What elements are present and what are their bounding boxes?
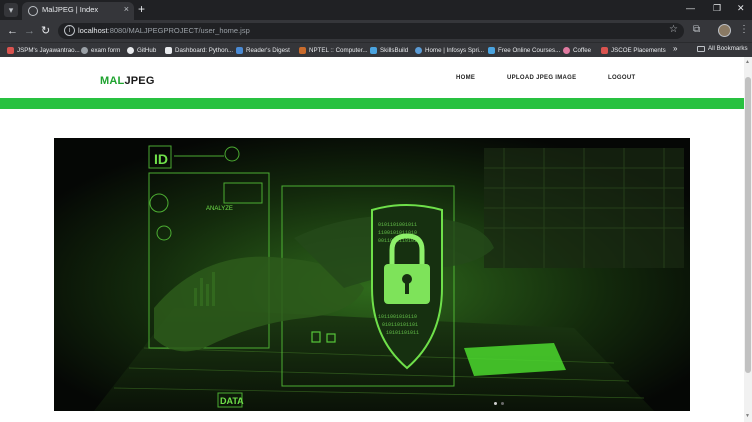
site-info-icon[interactable]: i (64, 25, 75, 36)
tab-title: MalJPEG | Index (42, 5, 99, 14)
address-bar[interactable]: i localhost:8080/MALJPEGPROJECT/user_hom… (58, 23, 684, 39)
bookmark-favicon-icon (370, 47, 377, 54)
tab-close-button[interactable]: × (124, 4, 129, 14)
bookmark-favicon-icon (601, 47, 608, 54)
hero-carousel-image: ID ANALYZE DATA 0101101001011 11001010110… (54, 138, 690, 411)
scroll-up-arrow-icon[interactable]: ▲ (745, 59, 750, 65)
minimize-icon[interactable]: — (686, 3, 695, 13)
bookmark-favicon-icon (7, 47, 14, 54)
hero-data-text: DATA (220, 396, 244, 406)
page-scrollbar[interactable]: ▲ ▼ (744, 57, 752, 422)
browser-titlebar: ▾ MalJPEG | Index × + — ❐ ✕ (0, 0, 752, 20)
bookmark-item[interactable]: exam form (81, 45, 120, 56)
profile-avatar[interactable] (718, 24, 731, 37)
browser-toolbar: ← → ↻ i localhost:8080/MALJPEGPROJECT/us… (0, 20, 752, 42)
bookmark-favicon-icon (165, 47, 172, 54)
web-page: MALJPEG HOME UPLOAD JPEG IMAGE LOGOUT ID… (0, 57, 744, 422)
bookmark-star-icon[interactable]: ☆ (669, 24, 678, 35)
site-logo[interactable]: MALJPEG (100, 75, 155, 87)
extensions-puzzle-icon[interactable]: ⧉ (693, 24, 700, 35)
bookmark-favicon-icon (488, 47, 495, 54)
nav-upload-link[interactable]: UPLOAD JPEG IMAGE (507, 75, 576, 81)
all-bookmarks-button[interactable]: All Bookmarks (697, 45, 748, 52)
github-icon (127, 47, 134, 54)
cybersecurity-illustration: ID ANALYZE DATA 010110100101111001010110… (54, 138, 690, 411)
bookmark-favicon-icon (563, 47, 570, 54)
forward-arrow-icon[interactable]: → (24, 24, 35, 38)
bookmark-item[interactable]: Coffee (563, 45, 591, 56)
bookmark-favicon-icon (299, 47, 306, 54)
bookmark-item[interactable]: JSPM's Jayawantrao... (7, 45, 80, 56)
browser-tab[interactable]: MalJPEG | Index × (22, 2, 134, 20)
carousel-dot-2[interactable] (501, 402, 504, 405)
bookmarks-overflow-button[interactable]: » (673, 44, 677, 53)
bookmark-item[interactable]: Dashboard: Python... (165, 45, 233, 56)
hero-analyze-text: ANALYZE (206, 206, 233, 212)
nav-home-link[interactable]: HOME (456, 75, 475, 81)
globe-icon (28, 6, 38, 16)
svg-text:010110101101: 010110101101 (382, 322, 418, 328)
bookmark-favicon-icon (236, 47, 243, 54)
bookmark-item[interactable]: SkillsBuild (370, 45, 408, 56)
carousel-indicators (494, 402, 504, 405)
hero-id-text: ID (154, 151, 168, 167)
svg-text:1011001010110: 1011001010110 (378, 314, 417, 320)
back-arrow-icon[interactable]: ← (7, 24, 18, 38)
bookmark-item[interactable]: Home | Infosys Spri... (415, 45, 484, 56)
url-text[interactable]: localhost:8080/MALJPEGPROJECT/user_home.… (78, 26, 250, 35)
reload-icon[interactable]: ↻ (41, 24, 50, 38)
new-tab-button[interactable]: + (138, 2, 145, 16)
bookmark-favicon-icon (81, 47, 88, 54)
carousel-dot-1[interactable] (494, 402, 497, 405)
menu-kebab-icon[interactable]: ⋮ (739, 24, 749, 35)
folder-icon (697, 45, 705, 52)
close-window-icon[interactable]: ✕ (737, 3, 745, 14)
accent-bar (0, 98, 744, 109)
bookmark-item[interactable]: Reader's Digest (236, 45, 290, 56)
bookmark-item[interactable]: JSCOE Placements (601, 45, 666, 56)
scrollbar-thumb[interactable] (745, 77, 751, 373)
restore-icon[interactable]: ❐ (713, 3, 721, 14)
svg-text:0101101001011: 0101101001011 (378, 222, 417, 228)
nav-logout-link[interactable]: LOGOUT (608, 75, 635, 81)
scroll-down-arrow-icon[interactable]: ▼ (745, 413, 750, 419)
bookmarks-bar: JSPM's Jayawantrao... exam form GitHub D… (0, 42, 752, 57)
bookmark-item[interactable]: Free Online Courses... (488, 45, 560, 56)
bookmark-favicon-icon (415, 47, 422, 54)
tab-search-button[interactable]: ▾ (4, 3, 18, 17)
svg-text:10101101011: 10101101011 (386, 330, 419, 336)
bookmark-item[interactable]: NPTEL :: Computer... (299, 45, 368, 56)
bookmark-item[interactable]: GitHub (127, 45, 156, 56)
